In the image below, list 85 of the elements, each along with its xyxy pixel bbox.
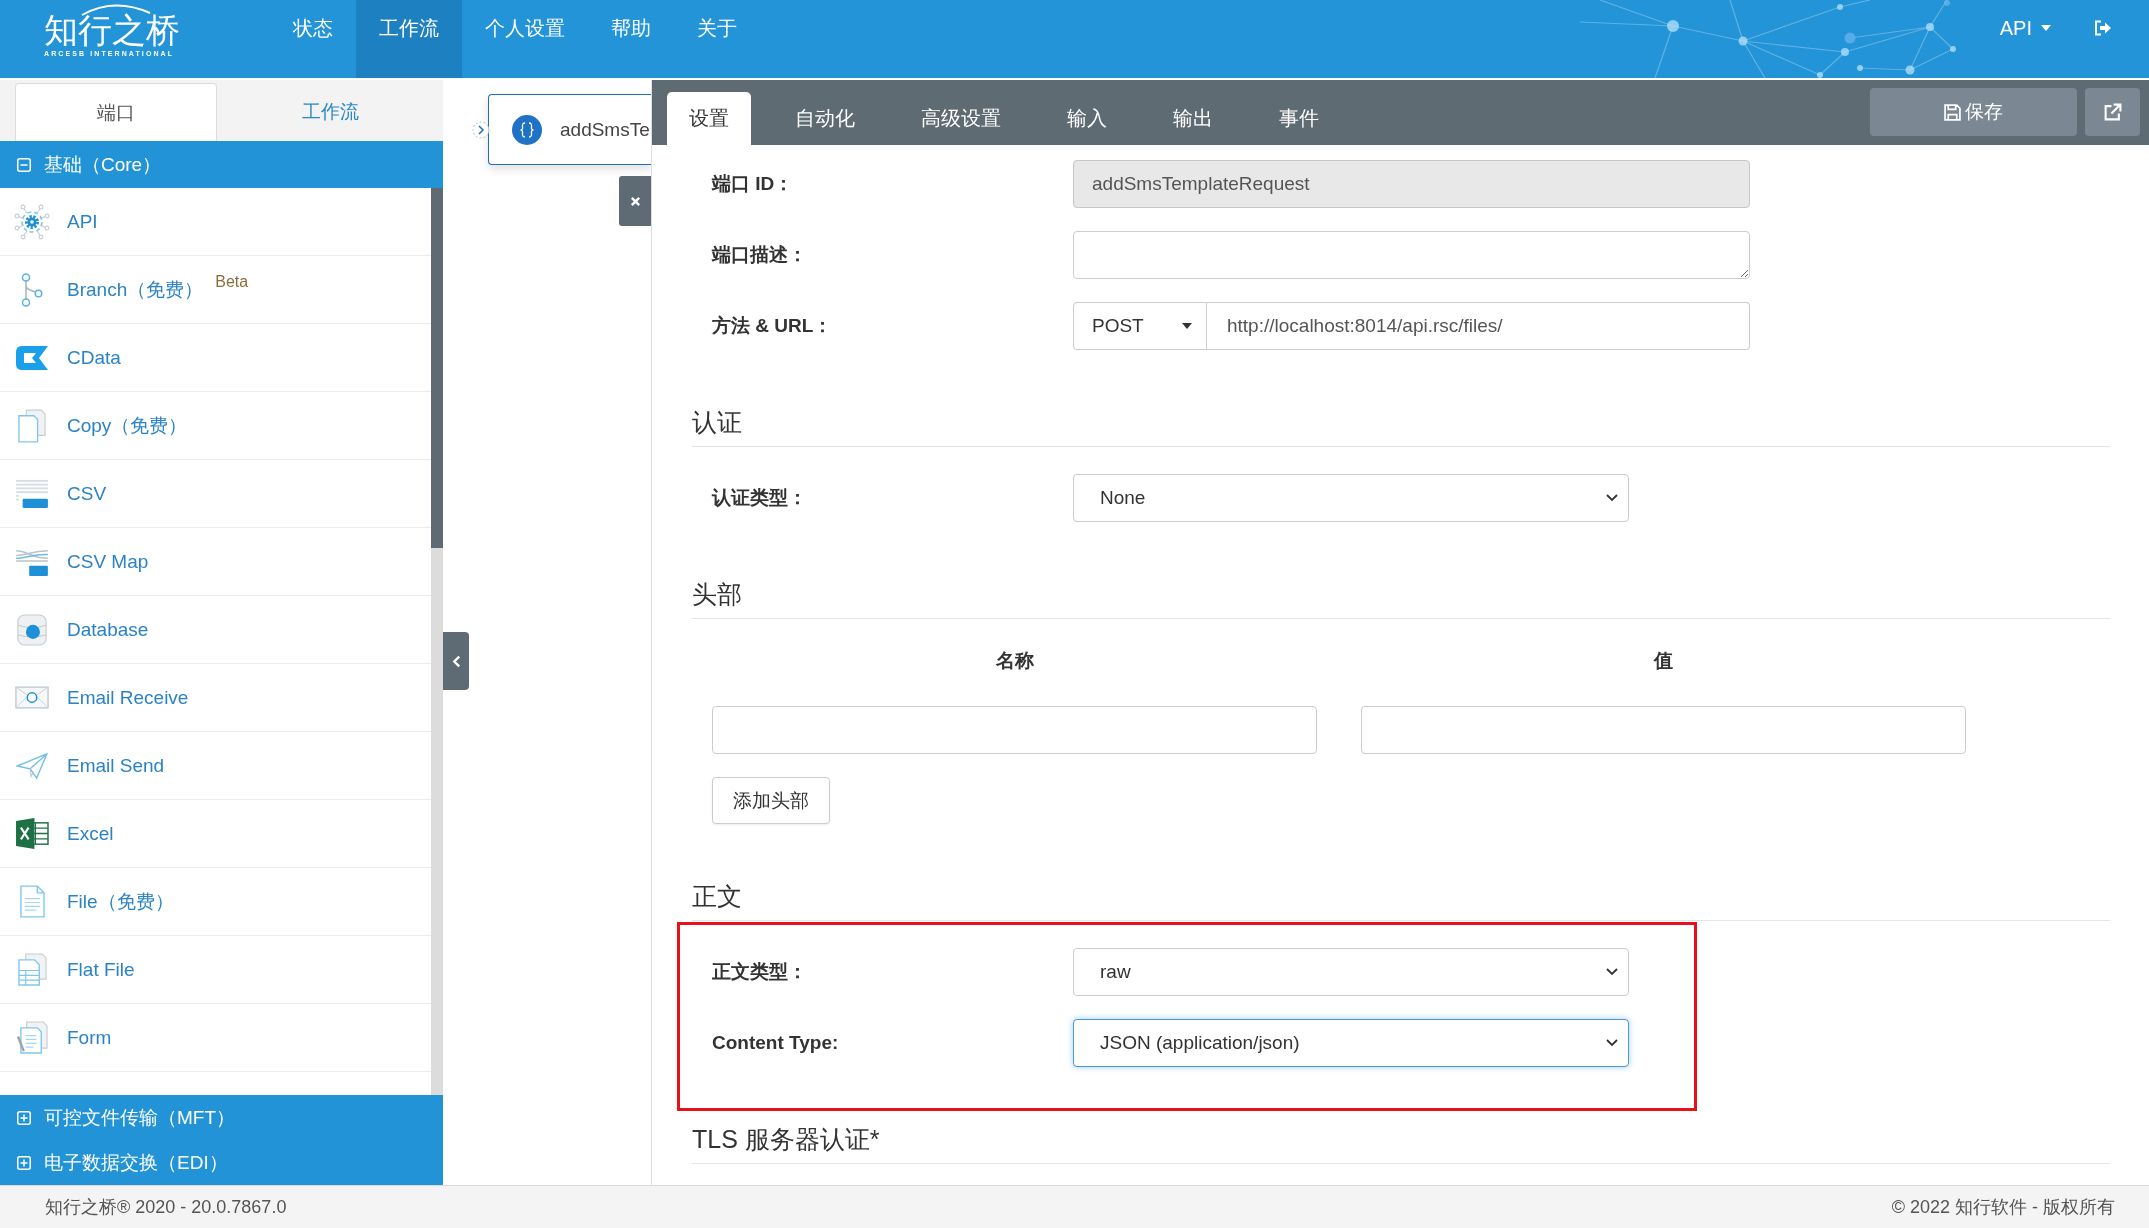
close-icon: [629, 195, 641, 207]
chevron-down-icon: [1606, 494, 1618, 502]
settings-tab[interactable]: 设置: [667, 92, 751, 145]
url-field[interactable]: http://localhost:8014/api.rsc/files/: [1207, 302, 1750, 350]
sidebar-item[interactable]: CSV Map: [0, 528, 431, 596]
envelope-icon: [15, 686, 49, 709]
sidebar-item[interactable]: File（免费）: [0, 868, 431, 936]
nav-item[interactable]: 帮助: [588, 0, 674, 78]
group-header[interactable]: 电子数据交换（EDI）: [0, 1140, 443, 1185]
field-label: 方法 & URL：: [712, 314, 834, 338]
field-label: 认证类型：: [712, 486, 808, 510]
group-header[interactable]: 可控文件传输（MFT）: [0, 1095, 443, 1140]
caret-icon: [2041, 25, 2051, 31]
chevron-left-icon: [451, 654, 461, 668]
map-lines-icon: [16, 547, 48, 576]
field-label: 正文类型：: [712, 960, 808, 984]
gear-network-icon: [14, 203, 50, 240]
connector-icon[interactable]: [472, 121, 490, 139]
sidebar-item[interactable]: Copy（免费）: [0, 392, 431, 460]
settings-tab[interactable]: 输入: [1045, 92, 1129, 145]
add-header-button[interactable]: 添加头部: [712, 777, 830, 824]
branch-icon: [21, 272, 43, 307]
sidebar-item[interactable]: Database: [0, 596, 431, 664]
table-document-icon: [17, 953, 47, 986]
open-external-button[interactable]: [2085, 88, 2140, 136]
form-icon: [16, 1021, 48, 1054]
sidebar-item[interactable]: Flat File: [0, 936, 431, 1004]
header-input-field[interactable]: [1361, 706, 1966, 754]
chevron-down-icon: [1606, 1039, 1618, 1047]
documents-icon: [18, 408, 46, 443]
settings-tab[interactable]: 输出: [1151, 92, 1235, 145]
save-icon: [1944, 103, 1961, 121]
nav-item[interactable]: 关于: [674, 0, 760, 78]
spreadsheet-icon: [15, 818, 49, 849]
method-select[interactable]: POST: [1073, 302, 1207, 350]
scrollbar-thumb[interactable]: [431, 188, 443, 548]
sidebar-item[interactable]: Form: [0, 1004, 431, 1072]
chevron-down-icon: [1606, 968, 1618, 976]
save-button[interactable]: 保存: [1870, 88, 2077, 136]
group-header[interactable]: 基础（Core）: [0, 141, 443, 188]
version-text: 知行之桥® 2020 - 20.0.7867.0: [45, 1196, 287, 1219]
dropdown-select[interactable]: JSON (application/json): [1073, 1019, 1629, 1067]
sidebar-tab[interactable]: 端口: [15, 83, 217, 141]
code-braces-icon: [512, 114, 542, 145]
nav-item[interactable]: 工作流: [356, 0, 462, 78]
settings-tab[interactable]: 高级设置: [899, 92, 1023, 145]
paper-plane-icon: [16, 752, 48, 779]
beta-label: Beta: [215, 273, 249, 291]
database-icon: [17, 613, 47, 646]
sidebar-item[interactable]: Email Receive: [0, 664, 431, 732]
sidebar-item[interactable]: API: [0, 188, 431, 256]
column-header: 值: [1652, 649, 1674, 673]
collapse-sidebar-button[interactable]: [443, 632, 469, 690]
table-lines-icon: [16, 478, 48, 509]
nav-item[interactable]: 个人设置: [462, 0, 588, 78]
dropdown-select[interactable]: raw: [1073, 948, 1629, 996]
header-input-field[interactable]: [712, 706, 1317, 754]
logo-title: 知行之桥: [44, 12, 180, 48]
field-label: 端口描述：: [712, 243, 808, 267]
section-title: TLS 服务器认证*: [692, 1122, 2110, 1164]
copyright-text: © 2022 知行软件 - 版权所有: [1891, 1196, 2115, 1219]
workflow-node[interactable]: addSmsTe: [488, 94, 651, 165]
section-title: 正文: [692, 879, 2110, 921]
field-label: 端口 ID：: [712, 172, 795, 196]
document-icon: [19, 885, 45, 918]
user-menu[interactable]: API: [1999, 16, 2051, 40]
logout-icon[interactable]: [2094, 20, 2112, 36]
close-button[interactable]: [619, 176, 651, 226]
sidebar-tab[interactable]: 工作流: [217, 83, 443, 141]
sidebar-item[interactable]: CSV: [0, 460, 431, 528]
external-link-icon: [2103, 102, 2122, 122]
column-header: 名称: [994, 649, 1035, 673]
settings-tab[interactable]: 自动化: [773, 92, 877, 145]
settings-tab[interactable]: 事件: [1257, 92, 1341, 145]
sidebar-item[interactable]: CData: [0, 324, 431, 392]
description-field[interactable]: [1073, 231, 1750, 279]
section-title: 认证: [692, 405, 2110, 447]
sidebar-item[interactable]: Excel: [0, 800, 431, 868]
caret-icon: [1182, 323, 1192, 329]
node-label: addSmsTe: [560, 118, 650, 141]
nav-item[interactable]: 状态: [270, 0, 356, 78]
section-title: 头部: [692, 577, 2110, 619]
notched-logo-icon: [16, 345, 48, 370]
field-label: Content Type:: [712, 1032, 840, 1054]
dropdown-select[interactable]: None: [1073, 474, 1629, 522]
